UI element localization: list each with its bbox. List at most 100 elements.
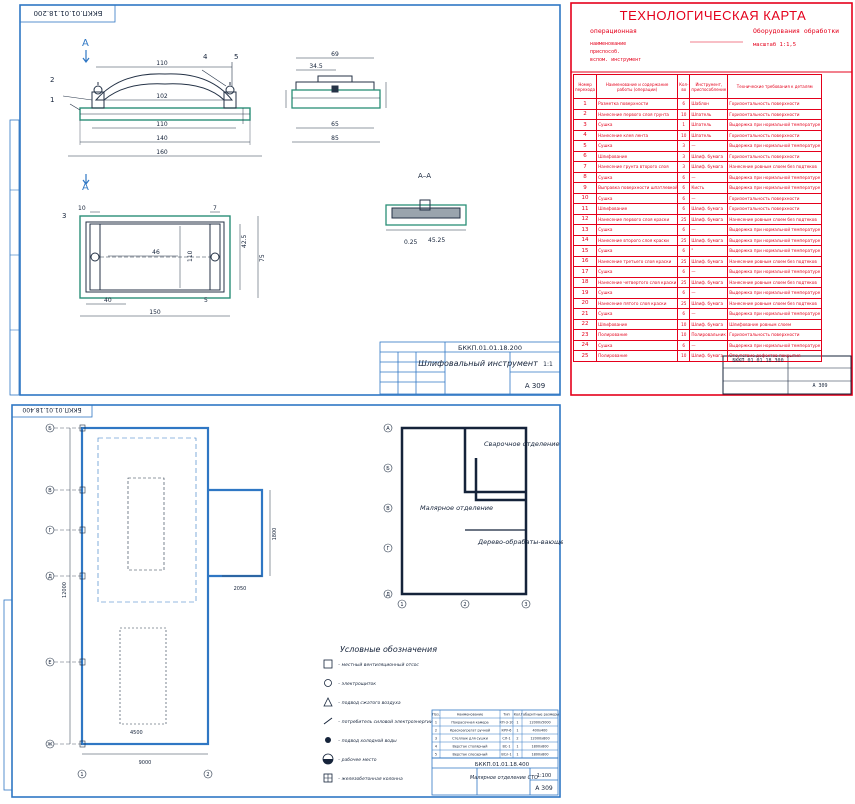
spec-cell: 1 [516, 753, 518, 757]
spec-cell: СЛ-1 [502, 737, 510, 741]
card-cell: Шлиф. бумага [689, 297, 729, 309]
card-cell: — [689, 308, 729, 320]
spec-cell: 400х400 [533, 729, 548, 733]
card-row: 22 Шлифование 10 Шлиф. бумага Шлифование ров… [572, 318, 823, 330]
legend-text: – местный вентиляционный отсос [338, 662, 419, 668]
card-row: 6 Шлифование 3 Шлиф. бумага Горизонтальность… [572, 150, 823, 162]
card-cell: 14 [572, 234, 598, 246]
card-cell: Шпатель [689, 119, 729, 131]
dim-side-4: 85 [331, 135, 339, 142]
spec-cell: 12000х5000 [529, 721, 550, 725]
card-cell: " [689, 245, 729, 257]
card-cell: 24 [572, 339, 598, 351]
card-cell: Шлиф. бумага [689, 318, 729, 330]
card-cell: Сушка [596, 192, 679, 204]
card-cell: — [689, 266, 729, 278]
card-cell: 13 [572, 224, 598, 236]
dim-plan-3: 46 [152, 249, 160, 256]
card-cell: Выдержка при нормальной температуре [727, 224, 823, 236]
card-cell: Горизонтальность поверхности [727, 129, 823, 141]
card-left-head: операционная [590, 27, 637, 35]
card-row: 20 Нанесение пятого слоя краски 25 Шлиф. бу… [572, 297, 823, 309]
card-cell: 19 [572, 287, 598, 299]
card-cell: 25 [677, 213, 691, 225]
card-cell: 10 [677, 318, 691, 330]
card-cell: Выдержка при нормальной температуре [727, 119, 823, 131]
title-group: А 309 [535, 785, 553, 792]
card-cell: Шпатель [689, 108, 729, 120]
spec-cell: 1 [516, 745, 518, 749]
callout-3: 3 [62, 212, 66, 220]
card-cell: Сушка [596, 287, 679, 299]
card-cell: Сушка [596, 140, 679, 152]
mini-axis-label: А [386, 426, 390, 432]
card-cell: Выдержка при нормальной температуре [727, 182, 823, 194]
card-cell: Шлиф. бумага [689, 276, 729, 288]
room-paint: Малярное отделение [420, 504, 493, 512]
spec-cell: Верстак слесарный [453, 753, 488, 757]
dim-front-2: 102 [156, 93, 168, 100]
card-cell: Шлиф. бумага [689, 255, 729, 267]
legend-item: – местный вентиляционный отсос [323, 659, 419, 669]
card-cell: Нанесение четвертого слоя краски [596, 276, 679, 288]
axis-label: В [48, 488, 52, 494]
floor-plan-sheet: БККП.01.01.18.400 Б В Г Д Е Ж 1 2 9000 12000 20… [0, 400, 607, 800]
axis-label: Б [48, 426, 52, 432]
spec-cell: КП-3-10 [500, 721, 514, 725]
dim-plan-1: 10 [78, 205, 86, 212]
legend: – местный вентиляционный отсос – электрощ… [322, 659, 433, 783]
card-row: 17 Сушка 6— Выдержка при нормальной темпера… [572, 266, 823, 278]
spec-header: Поз. [432, 713, 440, 717]
card-row-labels: наименование приспособ. вспом. инструмен… [590, 40, 641, 64]
room-welding: Сварочное отделение [484, 440, 559, 448]
mini-axis-label: Д [386, 592, 390, 598]
top-stamp-code: БККП.01.01.18.200 [34, 9, 103, 17]
legend-item: – подвод холодной воды [325, 737, 397, 744]
legend-text: – рабочее место [338, 757, 377, 763]
dim-annex-depth: 1800 [272, 528, 278, 541]
card-cell: Горизонтальность поверхности [727, 329, 823, 341]
card-col-header: Инструмент, приспособление [689, 74, 729, 99]
card-cell: Шлифование [596, 203, 679, 215]
title-scale: 1:1 [543, 361, 553, 368]
card-cell: 17 [572, 266, 598, 278]
card-col-header: Номер перехода [572, 74, 598, 99]
spec-table: Поз. Наименование Тип Кол. Габаритные размер… [431, 709, 559, 759]
room-wood: Дерево-обрабаты-вающее отделение [477, 538, 563, 546]
spec-cell: Верстак столярный [453, 745, 488, 749]
card-cell: Полировальник [689, 329, 729, 341]
card-cell: 3 [572, 119, 598, 131]
axis-label: Д [48, 574, 52, 580]
card-col-header: Наименование и содержание работы (операц… [596, 74, 679, 99]
card-cell: Горизонтальность поверхности [727, 192, 823, 204]
spec-cell: 2 [435, 729, 437, 733]
card-cell: Горизонтальность поверхности [727, 150, 823, 162]
card-cell: 6 [677, 287, 691, 299]
card-cell: 10 [572, 192, 598, 204]
callout-4: 4 [203, 53, 208, 61]
card-cell: Шлиф. бумага [689, 234, 729, 246]
legend-item: – подвод сжатого воздуха [323, 697, 401, 707]
card-cell: Нанесение первого слоя грунта [596, 108, 679, 120]
card-cell: 10 [677, 108, 691, 120]
card-cell: 9 [572, 182, 598, 194]
spec-cell: Краскоагрегат ручной [450, 729, 490, 733]
card-row: 8 Сушка 6— Выдержка при нормальной температ… [572, 171, 823, 183]
grid-axes: Б В Г Д Е Ж 1 2 [45, 423, 213, 779]
dim-side-1: 69 [331, 51, 339, 58]
title-scale: 1:100 [537, 773, 551, 779]
spec-cell: 5 [435, 753, 437, 757]
dim-annex: 2050 [234, 586, 247, 592]
water-icon [325, 737, 331, 743]
card-row: 1 Разметка поверхности 6 Шаблон Горизонтальн… [572, 98, 823, 110]
spec-cell: 1 [516, 721, 518, 725]
card-cell: Шлиф. бумага [689, 350, 729, 362]
card-cell: Шлиф. бумага [689, 161, 729, 173]
callout-1: 1 [50, 96, 54, 104]
card-cell: — [689, 287, 729, 299]
card-title: ТЕХНОЛОГИЧЕСКАЯ КАРТА [619, 8, 807, 23]
card-cell: 25 [677, 255, 691, 267]
card-cell: 3 [677, 150, 691, 162]
card-cell: Шаблон [689, 98, 729, 110]
card-cell: Выдержка при нормальной температуре [727, 234, 823, 246]
